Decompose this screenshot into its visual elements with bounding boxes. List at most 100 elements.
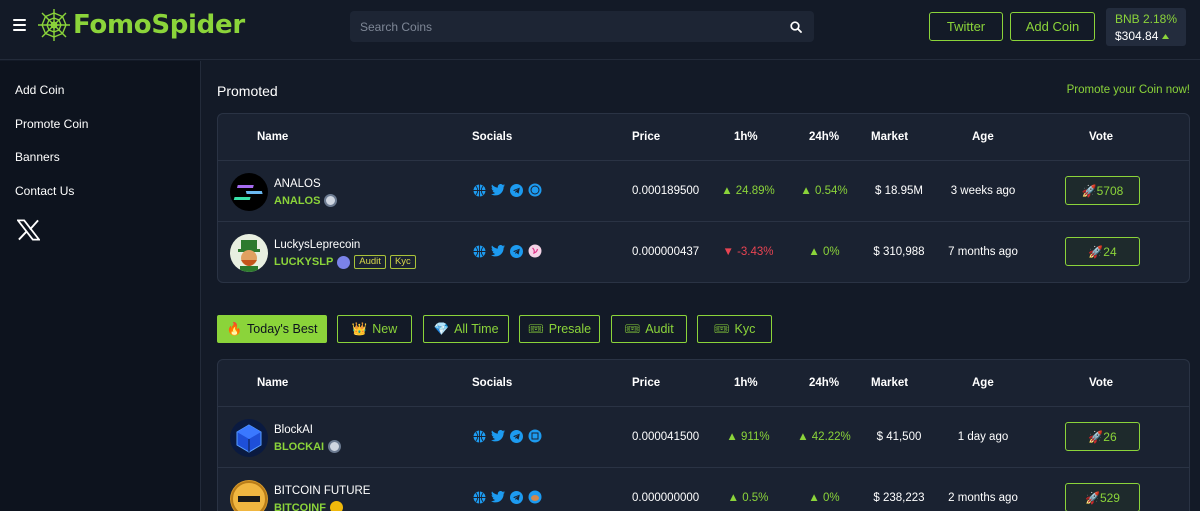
- chain-badge-icon: [324, 194, 338, 207]
- vote-button[interactable]: 🚀 26: [1065, 422, 1140, 451]
- search-input[interactable]: [350, 11, 778, 42]
- col-market: Market: [871, 377, 909, 389]
- col-vote: Vote: [1089, 377, 1114, 389]
- table-row[interactable]: BITCOIN FUTURE BITCOINF 0.000000000 ▲ 0.…: [218, 468, 1189, 511]
- sidebar-item-promote-coin[interactable]: Promote Coin: [15, 117, 88, 131]
- uniswap-icon[interactable]: [528, 244, 542, 258]
- vote-button[interactable]: 🚀 529: [1065, 483, 1140, 511]
- tab-todays-best[interactable]: 🔥 Today's Best: [217, 315, 327, 343]
- x-logo-icon[interactable]: [17, 219, 40, 241]
- coin-symbol: LUCKYSLP Audit Kyc: [274, 255, 416, 269]
- vote-button[interactable]: 🚀 24: [1065, 237, 1140, 266]
- change-24h-value: 0%: [822, 246, 840, 258]
- pancakeswap-icon[interactable]: [528, 490, 542, 504]
- coin-name[interactable]: LuckysLeprecoin: [274, 239, 360, 251]
- logo[interactable]: FomoSpider: [36, 6, 245, 44]
- coin-price: 0.000041500: [632, 431, 700, 443]
- col-price: Price: [632, 131, 661, 143]
- globe-icon[interactable]: [473, 430, 486, 443]
- coin-age: 7 months ago: [948, 246, 1018, 258]
- sidebar-item-banners[interactable]: Banners: [15, 150, 60, 164]
- sidebar: Add Coin Promote Coin Banners Contact Us: [0, 61, 201, 511]
- col-1h: 1h%: [734, 377, 758, 389]
- globe-icon[interactable]: [473, 245, 486, 258]
- change-1h-value: 911%: [741, 431, 770, 443]
- table-row[interactable]: BlockAI BLOCKAI 0.000041500 ▲ 911% ▲ 42.…: [218, 407, 1189, 468]
- market-cap: $ 41,500: [876, 431, 922, 443]
- telegram-icon[interactable]: [510, 244, 523, 258]
- coin-symbol: BITCOINF: [274, 501, 343, 511]
- coingecko-icon[interactable]: [528, 183, 542, 197]
- sidebar-item-add-coin[interactable]: Add Coin: [15, 83, 64, 97]
- caret-down-icon: ▼: [722, 246, 734, 258]
- telegram-icon[interactable]: [510, 183, 523, 197]
- change-1h-value: 0.5%: [742, 492, 769, 504]
- twitter-icon[interactable]: [491, 491, 505, 503]
- diamond-icon: 💎: [433, 321, 450, 336]
- coin-name[interactable]: BITCOIN FUTURE: [274, 485, 370, 497]
- twitter-icon[interactable]: [491, 245, 505, 257]
- top-header: FomoSpider Twitter Add Coin BNB 2.18% $3…: [0, 0, 1200, 60]
- bnb-change: 2.18%: [1142, 12, 1177, 26]
- caret-up-icon: ▲: [800, 185, 812, 197]
- col-age: Age: [972, 131, 994, 143]
- tab-label: All Time: [454, 322, 499, 336]
- coin-name[interactable]: BlockAI: [274, 424, 313, 436]
- rocket-icon: 🚀: [1088, 429, 1104, 444]
- spider-web-icon: [38, 9, 70, 41]
- coin-price: 0.000000437: [632, 246, 700, 258]
- twitter-button[interactable]: Twitter: [929, 12, 1003, 41]
- tab-new[interactable]: 👑 New: [337, 315, 412, 343]
- market-cap: $ 238,223: [873, 492, 925, 504]
- col-socials: Socials: [472, 377, 513, 389]
- table-row[interactable]: LuckysLeprecoin LUCKYSLP Audit Kyc 0.000…: [218, 222, 1189, 283]
- bnb-symbol: BNB: [1115, 12, 1140, 26]
- search-box: [350, 11, 814, 42]
- promoted-table: Name Socials Price 1h% 24h% Market Age V…: [217, 113, 1190, 283]
- table-row[interactable]: ANALOS ANALOS 0.000189500 ▲ 24.89% ▲ 0.5…: [218, 161, 1189, 222]
- tab-all-time[interactable]: 💎 All Time: [423, 315, 509, 343]
- change-1h: ▼ -3.43%: [718, 246, 778, 258]
- vote-count: 529: [1099, 490, 1120, 505]
- promote-coin-link[interactable]: Promote your Coin now!: [1067, 84, 1190, 96]
- coin-name[interactable]: ANALOS: [274, 178, 321, 190]
- chart-icon[interactable]: [528, 429, 542, 443]
- caret-up-icon: [1162, 33, 1170, 39]
- add-coin-button[interactable]: Add Coin: [1010, 12, 1095, 41]
- col-market: Market: [871, 131, 909, 143]
- telegram-icon[interactable]: [510, 490, 523, 504]
- globe-icon[interactable]: [473, 491, 486, 504]
- caret-up-icon: ▲: [721, 185, 733, 197]
- tab-presale[interactable]: 🎟 Presale: [519, 315, 600, 343]
- coin-avatar: [230, 480, 268, 511]
- kyc-badge: Kyc: [389, 255, 416, 269]
- vote-button[interactable]: 🚀 5708: [1065, 176, 1140, 205]
- col-24h: 24h%: [809, 377, 840, 389]
- twitter-icon[interactable]: [491, 184, 505, 196]
- bnb-price-widget: BNB 2.18% $304.84: [1106, 8, 1186, 46]
- col-1h: 1h%: [734, 131, 758, 143]
- sidebar-item-contact-us[interactable]: Contact Us: [15, 184, 74, 198]
- tab-label: New: [372, 322, 398, 336]
- change-24h: ▲ 0.54%: [792, 185, 856, 197]
- tab-label: Audit: [645, 322, 674, 336]
- coin-age: 3 weeks ago: [950, 185, 1016, 197]
- tab-kyc[interactable]: 🎟 Kyc: [697, 315, 772, 343]
- rocket-icon: 🚀: [1081, 183, 1097, 198]
- tab-audit[interactable]: 🎟 Audit: [611, 315, 687, 343]
- col-price: Price: [632, 377, 661, 389]
- market-cap: $ 310,988: [873, 246, 925, 258]
- tab-label: Presale: [548, 322, 592, 336]
- coin-symbol: BLOCKAI: [274, 440, 342, 453]
- telegram-icon[interactable]: [510, 429, 523, 443]
- coin-avatar: [230, 173, 268, 211]
- search-icon[interactable]: [778, 11, 814, 42]
- globe-icon[interactable]: [473, 184, 486, 197]
- twitter-icon[interactable]: [491, 430, 505, 442]
- col-vote: Vote: [1089, 131, 1114, 143]
- change-24h-value: 0.54%: [814, 185, 848, 197]
- socials: [473, 244, 542, 258]
- coin-symbol-text: BLOCKAI: [274, 440, 325, 453]
- menu-icon[interactable]: [13, 19, 26, 31]
- change-24h-value: 42.22%: [811, 431, 851, 443]
